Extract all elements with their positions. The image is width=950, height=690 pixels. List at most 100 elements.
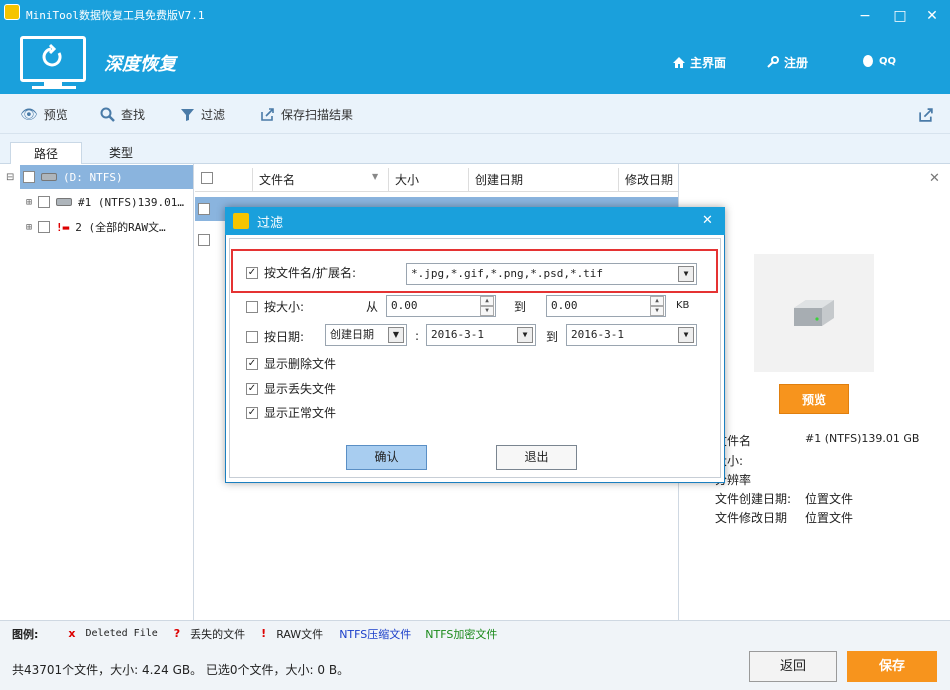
show-lost-checkbox[interactable]: ✓ bbox=[246, 382, 258, 395]
date-separator: : bbox=[415, 329, 420, 343]
filter-tool-label: 过滤 bbox=[201, 108, 226, 122]
tree-row-partition1[interactable]: ⊞ #1 (NTFS)139.01… bbox=[26, 190, 184, 214]
tree-item-label: #1 (NTFS)139.01… bbox=[78, 195, 184, 209]
by-date-label: 按日期: bbox=[264, 330, 305, 344]
date-type-value: 创建日期 bbox=[330, 328, 374, 341]
date-from-select[interactable]: 2016-3-1 ▼ bbox=[426, 324, 536, 346]
show-normal-option[interactable]: ✓ 显示正常文件 bbox=[246, 404, 336, 421]
confirm-button[interactable]: 确认 bbox=[346, 445, 427, 470]
row-checkbox[interactable] bbox=[198, 234, 210, 249]
raw-drive-icon: !▬ bbox=[56, 220, 70, 234]
from-label: 从 bbox=[366, 300, 379, 314]
qq-button[interactable]: QQ bbox=[861, 54, 896, 68]
legend-bar: 图例: x Deleted File ? 丢失的文件 ! RAW文件 NTFS压… bbox=[0, 620, 950, 646]
exit-button[interactable]: 退出 bbox=[496, 445, 577, 470]
minimize-button[interactable]: − bbox=[855, 6, 875, 26]
tab-path[interactable]: 路径 bbox=[10, 142, 82, 164]
select-all-checkbox[interactable] bbox=[201, 172, 213, 184]
by-name-checkbox[interactable]: ✓ bbox=[246, 266, 258, 279]
expand-icon[interactable]: ⊞ bbox=[26, 222, 32, 233]
hard-drive-icon bbox=[794, 300, 834, 326]
save-button[interactable]: 保存 bbox=[847, 651, 937, 682]
expand-icon[interactable]: ⊞ bbox=[26, 197, 32, 208]
home-button[interactable]: 主界面 bbox=[672, 54, 726, 71]
modified-label: 文件修改日期 bbox=[715, 511, 788, 525]
by-date-option[interactable]: 按日期: bbox=[246, 328, 304, 345]
size-from-input[interactable]: 0.00 ▲ ▼ bbox=[386, 295, 496, 317]
register-button[interactable]: 注册 bbox=[766, 54, 808, 71]
dialog-title-bar: 过滤 bbox=[225, 207, 725, 235]
save-scan-tool-button[interactable]: 保存扫描结果 bbox=[260, 106, 353, 123]
size-to-label: 到 bbox=[514, 300, 527, 314]
tree-row-root[interactable]: (D: NTFS) bbox=[20, 165, 193, 189]
dropdown-arrow-icon[interactable]: ▼ bbox=[388, 327, 404, 343]
date-from-value: 2016-3-1 bbox=[431, 328, 484, 341]
show-deleted-option[interactable]: ✓ 显示删除文件 bbox=[246, 355, 336, 372]
find-tool-label: 查找 bbox=[121, 108, 146, 122]
size-from-value: 0.00 bbox=[391, 299, 418, 312]
filter-tool-button[interactable]: 过滤 bbox=[180, 106, 225, 123]
save-scan-tool-label: 保存扫描结果 bbox=[281, 108, 354, 122]
show-lost-option[interactable]: ✓ 显示丢失文件 bbox=[246, 380, 336, 397]
sort-arrow-icon: ▼ bbox=[372, 172, 379, 181]
tree-root-checkbox[interactable] bbox=[23, 171, 35, 183]
collapse-icon[interactable]: ⊟ bbox=[6, 172, 14, 183]
show-normal-checkbox[interactable]: ✓ bbox=[246, 406, 258, 419]
legend-title: 图例: bbox=[12, 627, 39, 641]
tree-item-checkbox[interactable] bbox=[38, 221, 51, 233]
modified-value: 位置文件 bbox=[805, 511, 854, 525]
dialog-title: 过滤 bbox=[257, 215, 284, 231]
dropdown-arrow-icon[interactable]: ▼ bbox=[517, 327, 533, 343]
column-filename[interactable]: 文件名 bbox=[253, 168, 389, 192]
created-label: 文件创建日期: bbox=[715, 492, 792, 506]
date-to-value: 2016-3-1 bbox=[571, 328, 624, 341]
tree-row-raw[interactable]: ⊞ !▬ 2 (全部的RAW文… bbox=[26, 215, 166, 239]
column-modified[interactable]: 修改日期 bbox=[619, 168, 678, 192]
dropdown-arrow-icon[interactable]: ▼ bbox=[678, 327, 694, 343]
show-deleted-checkbox[interactable]: ✓ bbox=[246, 357, 258, 370]
created-value: 位置文件 bbox=[805, 492, 854, 506]
size-to-input[interactable]: 0.00 ▲ ▼ bbox=[546, 295, 666, 317]
preview-button[interactable]: 预览 bbox=[779, 384, 849, 414]
register-label: 注册 bbox=[784, 56, 809, 70]
funnel-icon bbox=[181, 109, 194, 121]
dropdown-arrow-icon[interactable]: ▼ bbox=[678, 266, 694, 282]
show-normal-label: 显示正常文件 bbox=[264, 406, 337, 420]
by-size-option[interactable]: 按大小: bbox=[246, 298, 304, 315]
window-title: MiniTool数据恢复工具免费版V7.1 bbox=[26, 9, 205, 22]
column-size[interactable]: 大小 bbox=[389, 168, 469, 192]
preview-tool-button[interactable]: 👁 预览 bbox=[20, 106, 68, 123]
maximize-button[interactable]: □ bbox=[890, 6, 910, 26]
qq-label: QQ bbox=[879, 55, 897, 67]
tree-item-checkbox[interactable] bbox=[38, 196, 51, 208]
by-name-value: *.jpg,*.gif,*.png,*.psd,*.tif bbox=[411, 267, 604, 280]
select-all-cell[interactable] bbox=[195, 168, 253, 192]
by-name-option[interactable]: ✓ 按文件名/扩展名: bbox=[246, 264, 356, 281]
date-to-label: 到 bbox=[546, 330, 559, 344]
by-date-checkbox[interactable] bbox=[246, 330, 258, 343]
date-type-select[interactable]: 创建日期 ▼ bbox=[325, 324, 407, 346]
close-button[interactable]: ✕ bbox=[922, 6, 942, 26]
by-size-checkbox[interactable] bbox=[246, 300, 258, 313]
drive-icon bbox=[41, 173, 57, 181]
column-created[interactable]: 创建日期 bbox=[469, 168, 619, 192]
dialog-close-icon[interactable]: ✕ bbox=[702, 213, 713, 228]
size-from-spinner[interactable]: ▲ ▼ bbox=[480, 296, 494, 316]
find-tool-button[interactable]: 查找 bbox=[100, 106, 145, 123]
legend-ntfs-compressed: NTFS压缩文件 bbox=[339, 627, 412, 641]
back-button[interactable]: 返回 bbox=[749, 651, 837, 682]
share-export-icon[interactable] bbox=[918, 107, 934, 126]
home-label: 主界面 bbox=[690, 56, 727, 70]
tree-root-label: (D: NTFS) bbox=[63, 170, 123, 184]
close-panel-icon[interactable]: ✕ bbox=[929, 171, 940, 186]
eye-icon: 👁 bbox=[20, 106, 38, 123]
mode-title: 深度恢复 bbox=[104, 54, 176, 75]
size-to-value: 0.00 bbox=[551, 299, 578, 312]
size-to-spinner[interactable]: ▲ ▼ bbox=[650, 296, 664, 316]
tab-type[interactable]: 类型 bbox=[85, 142, 157, 164]
row-checkbox[interactable] bbox=[198, 203, 210, 218]
search-icon bbox=[100, 107, 115, 122]
legend-deleted: Deleted File bbox=[85, 628, 158, 639]
by-name-input[interactable]: *.jpg,*.gif,*.png,*.psd,*.tif ▼ bbox=[406, 263, 697, 285]
date-to-select[interactable]: 2016-3-1 ▼ bbox=[566, 324, 697, 346]
